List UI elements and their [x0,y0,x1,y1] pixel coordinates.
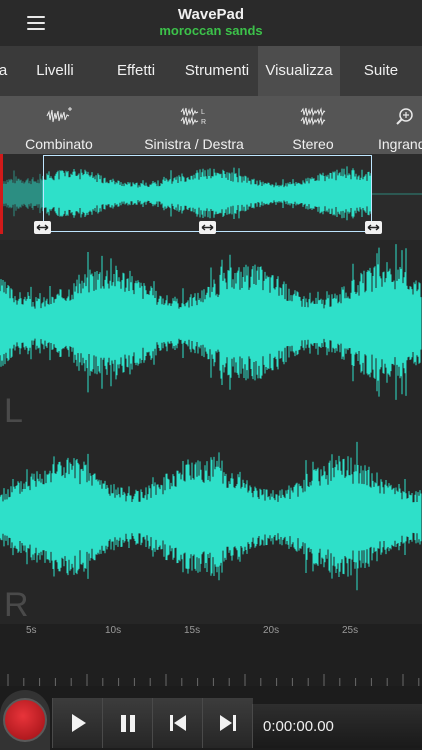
waveform-overview[interactable] [0,154,422,240]
right-channel-label: R [4,586,29,624]
tab-effetti[interactable]: Effetti [100,46,172,96]
tab-suite[interactable]: Suite [348,46,414,96]
left-right-view-label: Sinistra / Destra [144,136,244,152]
pause-button[interactable] [102,698,153,748]
selection-start-handle[interactable] [34,221,51,234]
combined-wave-icon [46,107,72,123]
timeline-label: 20s [263,625,280,636]
view-toolbar: Combinato L R Sinistra / Destra Stereo I… [0,96,422,154]
resize-arrows-icon [367,224,380,231]
transport-bar: 0:00:00.00 [0,686,422,750]
zoom-in-icon [396,108,413,125]
combined-view-label: Combinato [25,136,93,152]
combined-view-button[interactable]: Combinato [10,96,108,154]
play-icon [72,714,86,732]
stereo-waveform [0,244,422,591]
pause-icon [121,715,135,732]
timeline-label: 25s [342,625,359,636]
left-right-wave-icon: L R [180,107,206,126]
stereo-wave-icon [300,107,326,126]
skip-forward-icon [220,715,236,731]
skip-back-icon [170,715,186,731]
record-button[interactable] [3,698,47,742]
timeline-ticks [7,674,420,686]
svg-text:L: L [201,109,205,116]
tab-partial[interactable]: a [0,46,10,96]
resize-arrows-icon [36,224,49,231]
resize-arrows-icon [201,224,214,231]
play-button[interactable] [52,698,103,748]
zoom-in-button[interactable]: Ingrand [374,96,422,154]
left-channel-label: L [4,392,23,430]
timeline-ruler[interactable]: 5s 10s 15s 20s 25s [0,624,422,686]
svg-text:R: R [201,119,206,126]
selection-move-handle[interactable] [199,221,216,234]
tab-visualizza[interactable]: Visualizza [258,46,340,96]
timeline-label: 5s [26,625,37,636]
time-display: 0:00:00.00 [252,704,422,748]
skip-to-start-button[interactable] [152,698,203,748]
title-bar: WavePad moroccan sands [0,0,422,46]
left-right-view-button[interactable]: L R Sinistra / Destra [128,96,260,154]
zoom-in-label: Ingrand [378,136,422,152]
left-channel-wave [0,244,422,400]
selection-end-handle[interactable] [365,221,382,234]
tab-bar: a Livelli Effetti Strumenti Visualizza S… [0,46,422,96]
file-name: moroccan sands [159,23,263,38]
timeline-label: 15s [184,625,201,636]
skip-to-end-button[interactable] [202,698,253,748]
right-channel-wave [0,441,422,591]
app-title: WavePad [177,6,245,23]
stereo-view-button[interactable]: Stereo [276,96,350,154]
tab-strumenti[interactable]: Strumenti [178,46,256,96]
tab-livelli[interactable]: Livelli [18,46,92,96]
playhead-marker[interactable] [0,154,3,234]
stereo-view-label: Stereo [292,136,334,152]
timeline-label: 10s [105,625,122,636]
waveform-editor[interactable]: L R [0,240,422,624]
playback-time: 0:00:00.00 [263,718,334,735]
